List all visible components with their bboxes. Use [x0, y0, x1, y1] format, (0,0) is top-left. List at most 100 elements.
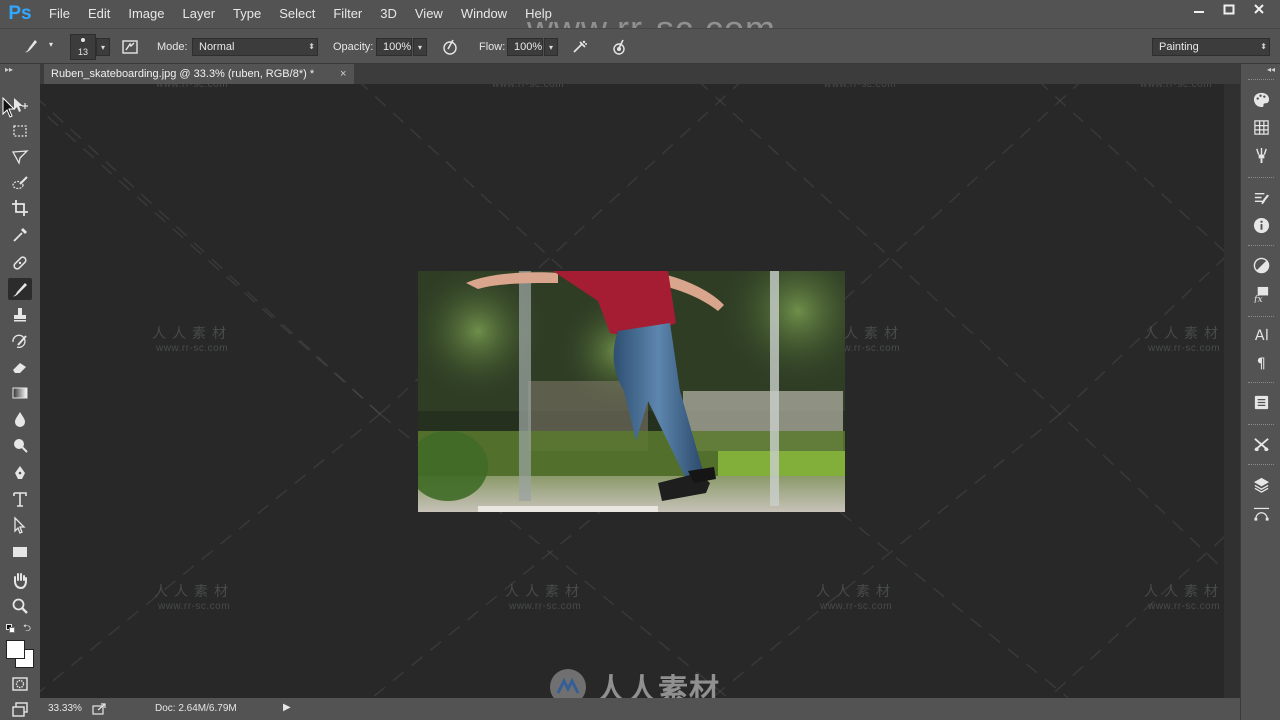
brush-panel-icon[interactable]: [1251, 187, 1271, 207]
layers-panel-icon[interactable]: [1251, 474, 1271, 494]
quick-selection-tool-icon[interactable]: [8, 172, 32, 194]
properties-panel-icon[interactable]: [1251, 392, 1271, 412]
opacity-dropdown[interactable]: ▾: [413, 38, 427, 56]
canvas-area[interactable]: 人人素材 www.rr-sc.com 人人素材 www.rr-sc.com 人人素材…: [40, 84, 1224, 698]
watermark-tile: 人人素材www.rr-sc.com: [155, 84, 229, 90]
menu-type[interactable]: Type: [224, 0, 270, 28]
menu-select[interactable]: Select: [270, 0, 324, 28]
preset-dropdown-arrow[interactable]: ▾: [49, 40, 53, 49]
menu-file[interactable]: File: [40, 0, 79, 28]
color-panel-icon[interactable]: [1251, 89, 1271, 109]
workspace-select[interactable]: Painting ⬍: [1152, 38, 1270, 56]
dock-grip[interactable]: [1248, 177, 1274, 180]
dock-grip[interactable]: [1248, 464, 1274, 467]
hand-tool-icon[interactable]: [8, 569, 32, 591]
rectangle-tool-icon[interactable]: [8, 541, 32, 563]
marquee-tool-icon[interactable]: [8, 120, 32, 142]
status-menu-arrow[interactable]: ▶: [283, 702, 291, 713]
brush-size-picker[interactable]: 13: [70, 34, 96, 60]
export-status-icon[interactable]: [92, 703, 106, 715]
eraser-tool-icon[interactable]: [8, 356, 32, 378]
minimize-icon[interactable]: [1184, 0, 1214, 18]
swap-colors-icon[interactable]: ⮌: [23, 621, 31, 638]
photoshop-window: Ps File Edit Image Layer Type Select Fil…: [0, 0, 1280, 720]
pressure-size-icon[interactable]: [609, 36, 631, 58]
paragraph-panel-icon[interactable]: ¶: [1251, 352, 1271, 372]
mode-select[interactable]: Normal ⬍: [192, 38, 318, 56]
close-tab-icon[interactable]: ×: [340, 64, 346, 84]
crop-tool-icon[interactable]: [8, 197, 32, 219]
dock-grip[interactable]: [1248, 79, 1274, 82]
pen-tool-icon[interactable]: [8, 462, 32, 484]
canvas-right-strip: [1224, 84, 1240, 698]
eyedropper-tool-icon[interactable]: [8, 224, 32, 246]
watermark-tile: 人人素材www.rr-sc.com: [152, 325, 232, 355]
brush-presets-panel-icon[interactable]: [1251, 145, 1271, 165]
watermark-tile: 人人素材www.rr-sc.com: [491, 84, 565, 90]
dock-grip[interactable]: [1248, 245, 1274, 248]
menu-3d[interactable]: 3D: [371, 0, 406, 28]
watermark-logo-text: 人人素材: [596, 674, 720, 698]
clone-stamp-tool-icon[interactable]: [8, 304, 32, 326]
svg-text:fx: fx: [1253, 294, 1263, 303]
photoshop-logo: Ps: [8, 3, 32, 24]
foreground-color-swatch[interactable]: [6, 640, 25, 659]
tool-presets-panel-icon[interactable]: [1251, 434, 1271, 454]
path-selection-tool-icon[interactable]: [8, 514, 32, 536]
menu-view[interactable]: View: [406, 0, 452, 28]
tool-preset-brush-icon[interactable]: [20, 35, 42, 57]
adjustments-panel-icon[interactable]: [1251, 255, 1271, 275]
type-tool-icon[interactable]: [8, 488, 32, 510]
dock-grip[interactable]: [1248, 316, 1274, 319]
menu-image[interactable]: Image: [119, 0, 173, 28]
history-brush-tool-icon[interactable]: [8, 330, 32, 352]
dodge-tool-icon[interactable]: [8, 434, 32, 456]
screen-mode-icon[interactable]: [8, 698, 32, 720]
blur-tool-icon[interactable]: [8, 408, 32, 430]
default-colors-icon[interactable]: [6, 624, 16, 634]
restore-icon[interactable]: [1214, 0, 1244, 18]
flow-dropdown[interactable]: ▾: [544, 38, 558, 56]
mouse-cursor-icon: [2, 97, 16, 118]
healing-brush-tool-icon[interactable]: [8, 252, 32, 274]
opacity-input[interactable]: 100%: [376, 38, 412, 56]
menu-window[interactable]: Window: [452, 0, 516, 28]
pressure-opacity-icon[interactable]: [439, 36, 461, 58]
svg-text:¶: ¶: [1256, 356, 1265, 371]
watermark-tile: 人人素材www.rr-sc.com: [816, 583, 896, 613]
workspace-value: Painting: [1159, 41, 1199, 53]
dock-expand-icon[interactable]: ◂◂: [1267, 65, 1275, 74]
styles-panel-icon[interactable]: fx: [1251, 284, 1271, 304]
brush-size-dropdown[interactable]: ▾: [96, 38, 110, 56]
close-icon[interactable]: [1244, 0, 1274, 18]
menu-filter[interactable]: Filter: [324, 0, 371, 28]
options-bar: ▾ 13 ▾ Mode: Normal ⬍ Opacity: 100% ▾ Fl…: [0, 28, 1280, 64]
zoom-readout[interactable]: 33.33%: [48, 703, 82, 714]
lasso-tool-icon[interactable]: [8, 146, 32, 168]
collapsed-panel-dock: ◂◂ fx A ¶: [1240, 64, 1280, 720]
watermark-logo-icon: [550, 669, 586, 698]
document-image[interactable]: [418, 271, 845, 512]
toolbox-collapse-icon[interactable]: ▸▸: [5, 65, 13, 74]
zoom-tool-icon[interactable]: [8, 595, 32, 617]
quick-mask-icon[interactable]: [8, 673, 32, 695]
dock-grip[interactable]: [1248, 424, 1274, 427]
opacity-label: Opacity:: [333, 41, 374, 53]
watermark-tile: 人人素材www.rr-sc.com: [1144, 583, 1224, 613]
dock-grip[interactable]: [1248, 382, 1274, 385]
menu-layer[interactable]: Layer: [174, 0, 225, 28]
brush-panel-toggle-icon[interactable]: [119, 36, 141, 58]
paths-panel-icon[interactable]: [1251, 503, 1271, 523]
swatches-panel-icon[interactable]: [1251, 117, 1271, 137]
menu-edit[interactable]: Edit: [79, 0, 119, 28]
flow-input[interactable]: 100%: [507, 38, 543, 56]
gradient-tool-icon[interactable]: [8, 382, 32, 404]
brush-tool-icon[interactable]: [8, 278, 32, 300]
document-tab[interactable]: Ruben_skateboarding.jpg @ 33.3% (ruben, …: [44, 64, 354, 84]
watermark-logo: 人人素材: [548, 665, 720, 698]
watermark-tile: 人人素材www.rr-sc.com: [1139, 84, 1213, 90]
airbrush-icon[interactable]: [569, 36, 591, 58]
character-panel-icon[interactable]: A: [1251, 324, 1271, 344]
info-panel-icon[interactable]: [1251, 215, 1271, 235]
document-tab-title: Ruben_skateboarding.jpg @ 33.3% (ruben, …: [51, 68, 315, 80]
